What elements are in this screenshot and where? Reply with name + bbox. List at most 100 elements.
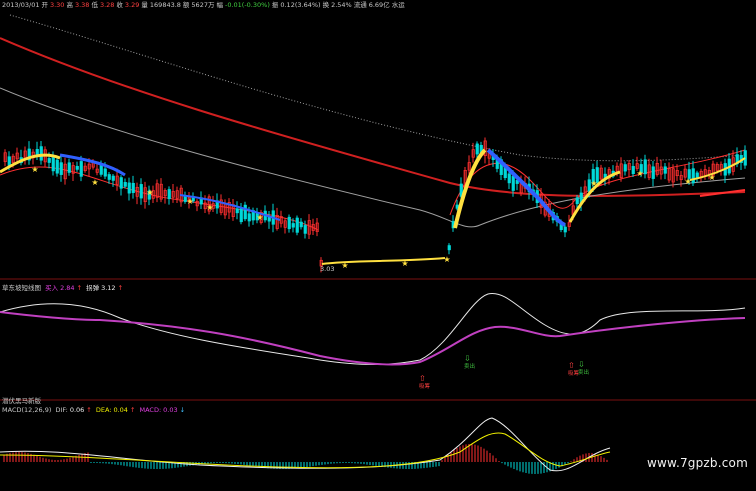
candle-body: [303, 225, 307, 234]
candle-body: [119, 177, 123, 189]
candle-body: [511, 175, 515, 191]
indicator-lines: [0, 293, 746, 366]
signal-marker-sell-1: ⇩ 卖出: [464, 354, 475, 371]
candle-body: [287, 216, 291, 230]
candle-body: [563, 226, 567, 233]
star-icon: ★: [636, 169, 643, 178]
dif-label: DIF:: [55, 406, 68, 414]
signal-marker-sell-2: ⇩ 卖出: [578, 360, 590, 377]
close-label: 收: [116, 1, 123, 9]
turnover-value: 2.54%: [331, 1, 352, 9]
header-date: 2013/03/01: [2, 1, 40, 9]
candle-body: [107, 174, 111, 180]
candle-body: [139, 184, 143, 199]
star-icon: ★: [31, 165, 38, 174]
macd-histogram: [0, 417, 611, 474]
star-icon: ★: [708, 173, 715, 182]
candle-body: [691, 168, 695, 184]
volume-value: 169843.8: [149, 1, 181, 9]
candle-body: [7, 156, 11, 167]
dea-value: 0.04: [113, 406, 128, 414]
ma-line-mid: [0, 87, 746, 228]
candle-body: [167, 189, 171, 200]
buy-label: 买入: [45, 284, 59, 292]
indicator-name: 草东坡短线图: [2, 284, 41, 292]
star-icon: ★: [341, 261, 348, 270]
indicator-line-sell: [0, 293, 746, 365]
candle-body: [99, 165, 103, 175]
macd-arrow-icon: ↓: [179, 406, 186, 414]
close-value: 3.29: [124, 1, 140, 9]
indicator-header: 草东坡短线图 买入 2.84 ↑ 拐弹 3.12 ↑: [2, 284, 125, 292]
star-icon: ★: [256, 213, 263, 222]
open-label: 开: [41, 1, 48, 9]
candle-body: [475, 143, 479, 155]
amount-value: 5627万: [191, 1, 215, 9]
dea-arrow-icon: ↑: [129, 406, 136, 414]
down-arrow-icon: ⇩: [578, 360, 585, 369]
amplitude-label: 振: [271, 1, 279, 9]
candle-body: [55, 159, 59, 174]
dif-arrow-icon: ↑: [86, 406, 92, 414]
star-icon: ★: [146, 188, 153, 197]
dif-value: 0.06: [69, 406, 85, 414]
candle-body: [39, 146, 43, 161]
marker-label: 卖出: [578, 370, 590, 376]
star-icon: ★: [91, 178, 98, 187]
high-label: 高: [66, 1, 73, 9]
buy-value: 2.84: [60, 284, 75, 292]
candle-body: [111, 175, 115, 181]
macd-header: MACD(12,26,9) DIF: 0.06 ↑ DEA: 0.04 ↑ MACD: 0…: [2, 406, 187, 414]
candle-body: [631, 166, 635, 175]
up-arrow-icon: ⇧: [419, 374, 426, 383]
star-icon: ★: [590, 179, 597, 188]
low-label: 低: [91, 1, 98, 9]
candle-body: [67, 162, 71, 173]
candle-body: [103, 168, 107, 177]
star-icon: ★: [684, 177, 691, 186]
candle-body: [243, 204, 247, 220]
marker-label: 吸筹: [419, 384, 431, 390]
price-header: 2013/03/01 开 3.30 高 3.38 低 3.28 收 3.29 量 169843.8 额…: [2, 1, 407, 9]
candle-body: [651, 166, 655, 179]
macd-title: 潜伏黑马新版: [2, 397, 41, 405]
candle-body: [663, 166, 667, 174]
candle-body: [247, 213, 251, 222]
chart-stage[interactable]: ★ ★ ★ ★ ★ ★ ★ ★ ★ ★ ★ ★ ★ 2013/03/01 开 3.30 高 3.38 低 3.28 收…: [0, 0, 756, 487]
dea-label: DEA:: [95, 406, 112, 414]
star-icon: ★: [206, 203, 213, 212]
candle-body: [507, 173, 511, 184]
high-value: 3.38: [74, 1, 90, 9]
open-value: 3.30: [49, 1, 65, 9]
candle-body: [131, 182, 135, 193]
ma-line-dotted: [9, 14, 746, 162]
sector-note: 水运: [391, 1, 405, 9]
low-value: 3.28: [99, 1, 115, 9]
candle-body: [235, 208, 239, 214]
candle-body: [59, 162, 63, 175]
candle-body: [239, 207, 243, 223]
low-price-label: 3.03: [320, 265, 335, 273]
candle-body: [643, 159, 647, 175]
candle-body: [623, 164, 627, 172]
turnover-label: 换: [322, 1, 330, 9]
candle-body: [295, 217, 299, 233]
change-label: 幅: [216, 1, 223, 9]
candle-body: [75, 165, 79, 170]
sell-label: 拐弹: [86, 284, 100, 292]
change-value: -0.01(-0.30%): [224, 1, 270, 9]
candle-body: [79, 161, 83, 177]
candle-body: [447, 245, 451, 251]
signal-marker-absorb-1: ⇧ 吸筹: [419, 374, 431, 391]
candle-body: [47, 158, 51, 163]
candle-body: [291, 223, 295, 228]
sell-value: 3.12: [101, 284, 116, 292]
watermark: www.7gpzb.com: [647, 456, 748, 470]
moving-average-lines: [0, 14, 746, 231]
candle-body: [127, 182, 131, 194]
star-icon: ★: [401, 259, 408, 268]
buy-arrow-icon: ↑: [76, 284, 83, 292]
down-arrow-icon: ⇩: [464, 354, 471, 363]
float-label: 流通: [353, 1, 367, 9]
star-icon: ★: [186, 197, 193, 206]
